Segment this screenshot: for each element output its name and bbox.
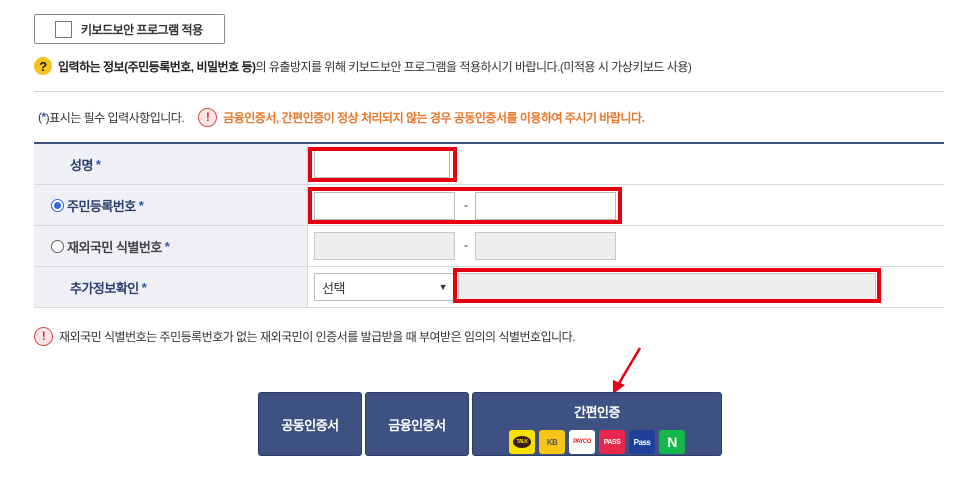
identity-form: 성명 * 주민등록번호 * - 재외국민 식별번호 * - 추가정보확인 * 선… (34, 142, 944, 308)
joint-cert-button[interactable]: 공동인증서 (258, 392, 362, 456)
extra-label-text: 추가정보확인 (70, 280, 139, 296)
name-label-text: 성명 (70, 157, 93, 173)
pass-icon: PASS (599, 430, 625, 454)
form-row-name: 성명 * (34, 144, 944, 185)
dropdown-arrow-icon: ▼ (438, 282, 448, 292)
naver-icon: N (659, 430, 685, 454)
rrn-label-text: 주민등록번호 (67, 198, 136, 214)
name-cell (308, 144, 944, 184)
keyboard-info-line: ? 입력하는 정보(주민등록번호, 비밀번호 등) 의 유출방지를 위해 키보드… (34, 56, 692, 76)
extra-select[interactable]: 선택 ▼ (314, 273, 454, 301)
samsung-pass-icon: Pass (629, 430, 655, 454)
foreigner-cell: - (308, 226, 944, 266)
foreigner-radio[interactable] (51, 239, 64, 253)
name-input[interactable] (314, 150, 450, 178)
annotation-arrow-icon (613, 347, 642, 394)
form-row-foreigner: 재외국민 식별번호 * - (34, 226, 944, 267)
name-label: 성명 * (34, 144, 308, 184)
required-note: ( * )표시는 필수 입력사항입니다. ! 금융인증서, 간편인증이 정상 처… (38, 106, 645, 128)
keyboard-security-checkbox[interactable] (55, 20, 72, 38)
keyboard-security-label: 키보드보안 프로그램 적용 (81, 22, 203, 37)
rrn-radio[interactable] (51, 198, 64, 212)
required-star: * (164, 238, 170, 254)
foreigner-dash: - (464, 238, 468, 252)
easy-auth-logos: TALK KB PAYCO PASS Pass N (509, 430, 685, 454)
joint-cert-label: 공동인증서 (281, 417, 339, 433)
warning-text: 금융인증서, 간편인증이 정상 처리되지 않는 경우 공동인증서를 이용하여 주… (223, 110, 645, 125)
easy-auth-label: 간편인증 (574, 405, 620, 420)
easy-auth-button[interactable]: 간편인증 TALK KB PAYCO PASS Pass N (472, 392, 722, 456)
foreigner-label-text: 재외국민 식별번호 (67, 239, 162, 255)
extra-cell: 선택 ▼ (308, 267, 944, 307)
select-value: 선택 (322, 280, 345, 296)
rrn-back-input[interactable] (475, 192, 616, 220)
form-row-extra: 추가정보확인 * 선택 ▼ (34, 267, 944, 308)
footnote-text: 재외국민 식별번호는 주민등록번호가 없는 재외국민이 인증서를 발급받을 때 … (59, 329, 576, 344)
required-suffix: )표시는 필수 입력사항입니다. (45, 110, 185, 125)
question-icon: ? (34, 57, 52, 75)
exclamation-icon: ! (34, 326, 53, 346)
kakao-label: TALK (513, 436, 531, 448)
info-bold-text: 입력하는 정보(주민등록번호, 비밀번호 등) (58, 59, 256, 74)
rrn-label[interactable]: 주민등록번호 * (34, 185, 308, 225)
extra-input[interactable] (458, 273, 876, 301)
foreigner-label[interactable]: 재외국민 식별번호 * (34, 226, 308, 266)
foreigner-back-input[interactable] (475, 232, 616, 260)
foreigner-front-input[interactable] (314, 232, 455, 260)
kakao-talk-icon: TALK (509, 430, 535, 454)
info-rest-text: 의 유출방지를 위해 키보드보안 프로그램을 적용하시기 바랍니다.(미적용 시… (255, 59, 692, 74)
rrn-dash: - (464, 198, 468, 212)
required-star: * (138, 197, 144, 213)
rrn-front-input[interactable] (314, 192, 455, 220)
foreigner-footnote: ! 재외국민 식별번호는 주민등록번호가 없는 재외국민이 인증서를 발급받을 … (34, 325, 576, 347)
extra-label: 추가정보확인 * (34, 267, 308, 307)
payco-icon: PAYCO (569, 430, 595, 454)
form-row-rrn: 주민등록번호 * - (34, 185, 944, 226)
financial-cert-button[interactable]: 금융인증서 (365, 392, 469, 456)
rrn-cell: - (308, 185, 944, 225)
divider (34, 91, 944, 92)
required-star: * (95, 156, 101, 172)
exclamation-icon: ! (198, 107, 218, 127)
financial-cert-label: 금융인증서 (388, 417, 446, 433)
kb-icon: KB (539, 430, 565, 454)
required-star: * (141, 279, 147, 295)
keyboard-security-toggle[interactable]: 키보드보안 프로그램 적용 (34, 14, 225, 44)
